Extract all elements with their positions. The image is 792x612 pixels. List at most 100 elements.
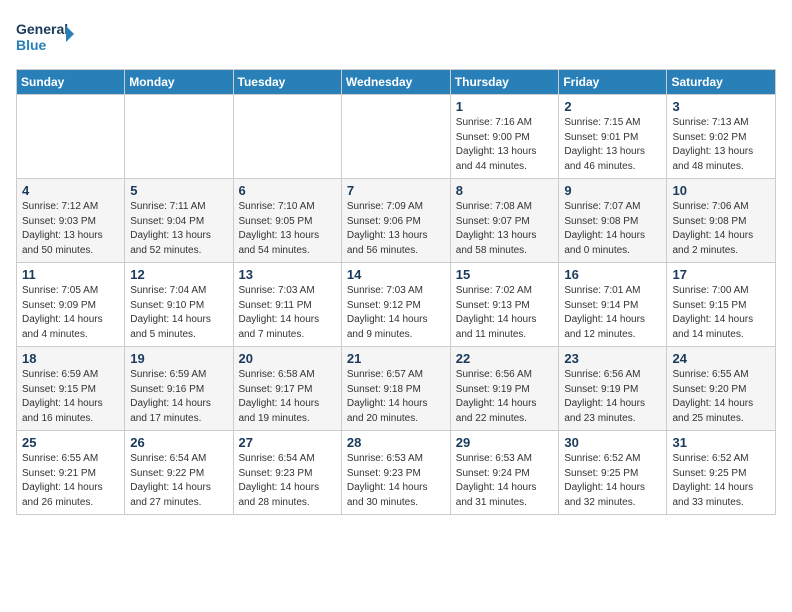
calendar-day-cell: 24 Sunrise: 6:55 AM Sunset: 9:20 PM Dayli… [667, 347, 776, 431]
day-number: 17 [672, 267, 770, 282]
day-number: 1 [456, 99, 554, 114]
calendar-day-cell: 9Sunrise: 7:07 AM Sunset: 9:08 PM Daylig… [559, 179, 667, 263]
day-info: Sunrise: 6:57 AM Sunset: 9:18 PM Dayligh… [347, 368, 445, 426]
calendar-day-cell: 31 Sunrise: 6:52 AM Sunset: 9:25 PM Dayli… [667, 431, 776, 515]
day-number: 20 [239, 351, 336, 366]
day-number: 23 [564, 351, 661, 366]
calendar-day-cell [17, 95, 125, 179]
day-number: 28 [347, 435, 445, 450]
day-number: 11 [22, 267, 119, 282]
calendar-day-cell: 12Sunrise: 7:04 AM Sunset: 9:10 PM Dayli… [125, 263, 233, 347]
calendar-day-cell: 17 Sunrise: 7:00 AM Sunset: 9:15 PM Dayli… [667, 263, 776, 347]
day-number: 6 [239, 183, 336, 198]
day-number: 10 [672, 183, 770, 198]
day-number: 7 [347, 183, 445, 198]
day-info: Sunrise: 7:15 AM Sunset: 9:01 PM Dayligh… [564, 116, 661, 174]
calendar-day-cell: 29 Sunrise: 6:53 AM Sunset: 9:24 PM Dayli… [450, 431, 559, 515]
day-number: 27 [239, 435, 336, 450]
day-number: 19 [130, 351, 227, 366]
day-info: Sunrise: 7:08 AM Sunset: 9:07 PM Dayligh… [456, 200, 554, 258]
calendar-day-cell: 4 Sunrise: 7:12 AM Sunset: 9:03 PM Daylig… [17, 179, 125, 263]
day-info: Sunrise: 6:55 AM Sunset: 9:21 PM Dayligh… [22, 452, 119, 510]
day-of-week-header: Thursday [450, 70, 559, 95]
day-of-week-header: Friday [559, 70, 667, 95]
calendar-day-cell: 22 Sunrise: 6:56 AM Sunset: 9:19 PM Dayli… [450, 347, 559, 431]
day-info: Sunrise: 7:00 AM Sunset: 9:15 PM Dayligh… [672, 284, 770, 342]
day-number: 8 [456, 183, 554, 198]
calendar-day-cell: 16Sunrise: 7:01 AM Sunset: 9:14 PM Dayli… [559, 263, 667, 347]
day-info: Sunrise: 6:52 AM Sunset: 9:25 PM Dayligh… [672, 452, 770, 510]
svg-text:General: General [16, 21, 68, 37]
calendar-day-cell: 2 Sunrise: 7:15 AM Sunset: 9:01 PM Daylig… [559, 95, 667, 179]
day-number: 30 [564, 435, 661, 450]
calendar-header-row: SundayMondayTuesdayWednesdayThursdayFrid… [17, 70, 776, 95]
day-info: Sunrise: 6:54 AM Sunset: 9:22 PM Dayligh… [130, 452, 227, 510]
day-info: Sunrise: 7:12 AM Sunset: 9:03 PM Dayligh… [22, 200, 119, 258]
calendar-week-row: 1 Sunrise: 7:16 AM Sunset: 9:00 PM Daylig… [17, 95, 776, 179]
day-number: 2 [564, 99, 661, 114]
calendar-day-cell: 11Sunrise: 7:05 AM Sunset: 9:09 PM Dayli… [17, 263, 125, 347]
calendar-day-cell: 23 Sunrise: 6:56 AM Sunset: 9:19 PM Dayli… [559, 347, 667, 431]
logo: General Blue [16, 16, 76, 61]
day-of-week-header: Tuesday [233, 70, 341, 95]
day-number: 13 [239, 267, 336, 282]
day-number: 15 [456, 267, 554, 282]
day-info: Sunrise: 6:53 AM Sunset: 9:23 PM Dayligh… [347, 452, 445, 510]
day-of-week-header: Saturday [667, 70, 776, 95]
day-number: 3 [672, 99, 770, 114]
day-number: 26 [130, 435, 227, 450]
day-number: 5 [130, 183, 227, 198]
day-number: 24 [672, 351, 770, 366]
calendar-day-cell [125, 95, 233, 179]
day-info: Sunrise: 6:56 AM Sunset: 9:19 PM Dayligh… [564, 368, 661, 426]
day-of-week-header: Wednesday [341, 70, 450, 95]
day-number: 4 [22, 183, 119, 198]
day-info: Sunrise: 7:04 AM Sunset: 9:10 PM Dayligh… [130, 284, 227, 342]
page-header: General Blue [16, 16, 776, 61]
page-wrapper: General Blue SundayMondayTuesdayWednesda… [16, 16, 776, 515]
day-number: 21 [347, 351, 445, 366]
day-info: Sunrise: 7:13 AM Sunset: 9:02 PM Dayligh… [672, 116, 770, 174]
calendar-day-cell: 5 Sunrise: 7:11 AM Sunset: 9:04 PM Daylig… [125, 179, 233, 263]
calendar-week-row: 4 Sunrise: 7:12 AM Sunset: 9:03 PM Daylig… [17, 179, 776, 263]
day-number: 9 [564, 183, 661, 198]
calendar-day-cell: 1 Sunrise: 7:16 AM Sunset: 9:00 PM Daylig… [450, 95, 559, 179]
calendar-day-cell: 27 Sunrise: 6:54 AM Sunset: 9:23 PM Dayli… [233, 431, 341, 515]
day-info: Sunrise: 6:55 AM Sunset: 9:20 PM Dayligh… [672, 368, 770, 426]
day-info: Sunrise: 7:01 AM Sunset: 9:14 PM Dayligh… [564, 284, 661, 342]
day-info: Sunrise: 6:52 AM Sunset: 9:25 PM Dayligh… [564, 452, 661, 510]
day-info: Sunrise: 6:54 AM Sunset: 9:23 PM Dayligh… [239, 452, 336, 510]
day-info: Sunrise: 6:59 AM Sunset: 9:15 PM Dayligh… [22, 368, 119, 426]
day-info: Sunrise: 7:11 AM Sunset: 9:04 PM Dayligh… [130, 200, 227, 258]
day-info: Sunrise: 6:58 AM Sunset: 9:17 PM Dayligh… [239, 368, 336, 426]
day-of-week-header: Sunday [17, 70, 125, 95]
day-number: 22 [456, 351, 554, 366]
calendar-day-cell: 8 Sunrise: 7:08 AM Sunset: 9:07 PM Daylig… [450, 179, 559, 263]
day-info: Sunrise: 6:56 AM Sunset: 9:19 PM Dayligh… [456, 368, 554, 426]
calendar-day-cell: 28 Sunrise: 6:53 AM Sunset: 9:23 PM Dayli… [341, 431, 450, 515]
calendar-day-cell: 25 Sunrise: 6:55 AM Sunset: 9:21 PM Dayli… [17, 431, 125, 515]
day-number: 25 [22, 435, 119, 450]
calendar-day-cell: 20 Sunrise: 6:58 AM Sunset: 9:17 PM Dayli… [233, 347, 341, 431]
day-info: Sunrise: 7:06 AM Sunset: 9:08 PM Dayligh… [672, 200, 770, 258]
day-info: Sunrise: 7:10 AM Sunset: 9:05 PM Dayligh… [239, 200, 336, 258]
calendar-day-cell: 10 Sunrise: 7:06 AM Sunset: 9:08 PM Dayli… [667, 179, 776, 263]
calendar-day-cell: 26 Sunrise: 6:54 AM Sunset: 9:22 PM Dayli… [125, 431, 233, 515]
day-number: 29 [456, 435, 554, 450]
calendar-day-cell: 19 Sunrise: 6:59 AM Sunset: 9:16 PM Dayli… [125, 347, 233, 431]
day-of-week-header: Monday [125, 70, 233, 95]
day-number: 14 [347, 267, 445, 282]
calendar-week-row: 18Sunrise: 6:59 AM Sunset: 9:15 PM Dayli… [17, 347, 776, 431]
day-info: Sunrise: 6:53 AM Sunset: 9:24 PM Dayligh… [456, 452, 554, 510]
day-info: Sunrise: 7:09 AM Sunset: 9:06 PM Dayligh… [347, 200, 445, 258]
day-info: Sunrise: 6:59 AM Sunset: 9:16 PM Dayligh… [130, 368, 227, 426]
day-info: Sunrise: 7:02 AM Sunset: 9:13 PM Dayligh… [456, 284, 554, 342]
calendar-table: SundayMondayTuesdayWednesdayThursdayFrid… [16, 69, 776, 515]
calendar-day-cell: 30 Sunrise: 6:52 AM Sunset: 9:25 PM Dayli… [559, 431, 667, 515]
day-info: Sunrise: 7:03 AM Sunset: 9:11 PM Dayligh… [239, 284, 336, 342]
calendar-day-cell: 6 Sunrise: 7:10 AM Sunset: 9:05 PM Daylig… [233, 179, 341, 263]
calendar-day-cell: 14Sunrise: 7:03 AM Sunset: 9:12 PM Dayli… [341, 263, 450, 347]
day-number: 31 [672, 435, 770, 450]
calendar-day-cell: 15 Sunrise: 7:02 AM Sunset: 9:13 PM Dayli… [450, 263, 559, 347]
day-info: Sunrise: 7:16 AM Sunset: 9:00 PM Dayligh… [456, 116, 554, 174]
